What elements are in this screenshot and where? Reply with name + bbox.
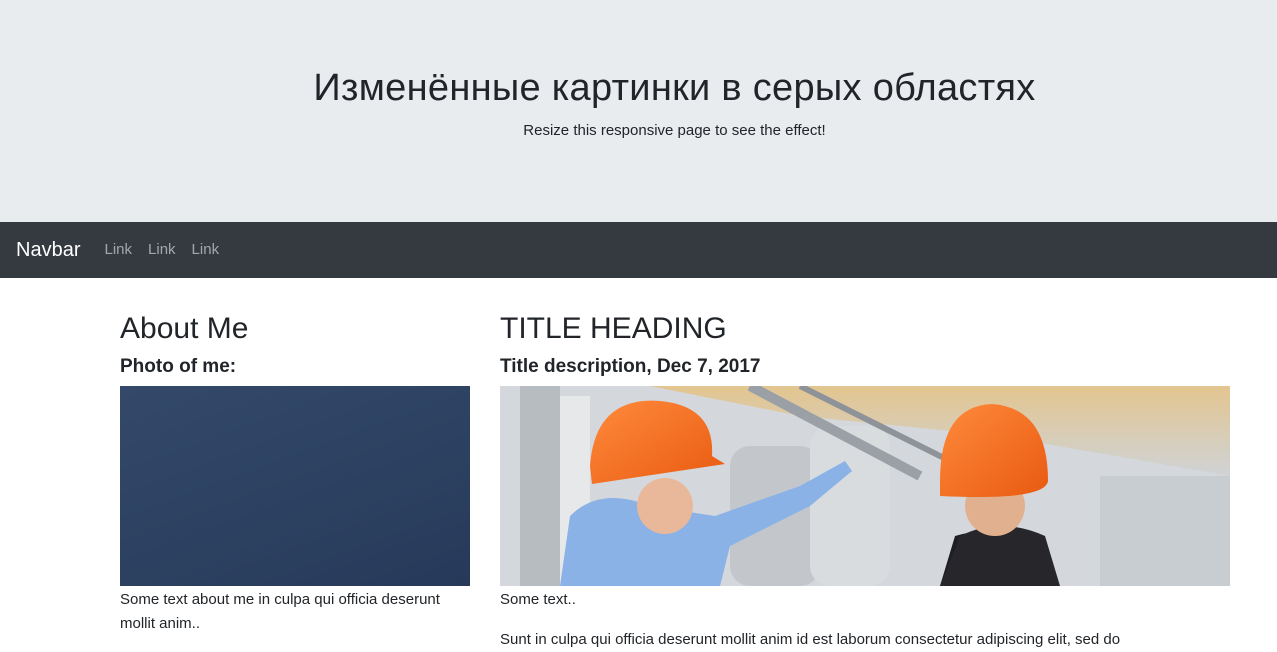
- page-title: Изменённые картинки в серых областях: [313, 67, 1036, 109]
- profile-photo: [120, 386, 470, 586]
- post-title: TITLE HEADING: [500, 312, 727, 345]
- about-column: About Me Photo of me: Some text about me…: [120, 310, 470, 636]
- page-subtitle: Resize this responsive page to see the e…: [523, 122, 826, 139]
- nav-link-2[interactable]: Link: [140, 240, 184, 260]
- nav-link-3[interactable]: Link: [184, 240, 228, 260]
- post-image: [500, 386, 1230, 586]
- navbar-links: Link Link Link: [96, 240, 227, 260]
- post-column: TITLE HEADING Title description, Dec 7, …: [500, 310, 1230, 652]
- about-text: Some text about me in culpa qui officia …: [120, 591, 440, 632]
- post-description: Title description, Dec 7, 2017: [500, 356, 761, 377]
- jumbotron-header: Изменённые картинки в серых областях Res…: [0, 0, 1277, 222]
- photo-label: Photo of me:: [120, 356, 237, 377]
- nav-link-1[interactable]: Link: [96, 240, 140, 260]
- navbar-brand[interactable]: Navbar: [16, 236, 80, 264]
- about-heading: About Me: [120, 312, 249, 345]
- workers-illustration: [500, 386, 1230, 586]
- navbar: Navbar Link Link Link: [0, 222, 1277, 278]
- post-body-text: Sunt in culpa qui officia deserunt molli…: [500, 631, 1121, 648]
- post-short-text: Some text..: [500, 591, 576, 608]
